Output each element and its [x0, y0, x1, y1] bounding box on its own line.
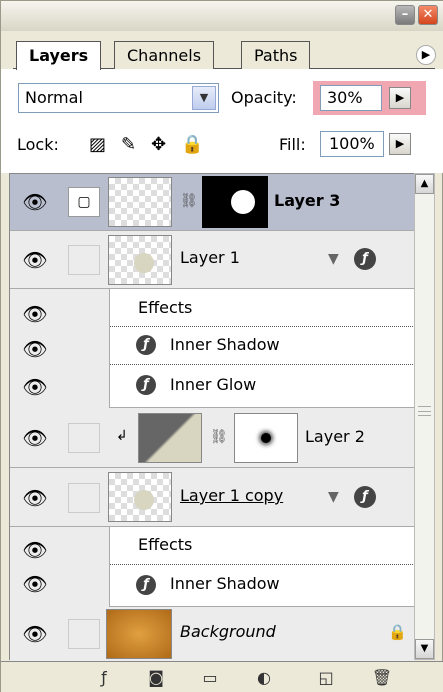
mask-indicator-icon [68, 423, 100, 453]
eye-icon[interactable]: 👁 [18, 423, 52, 453]
lock-all-icon[interactable]: 🔒 [181, 134, 203, 155]
layer-row-layer-2[interactable]: 👁 ↲ ⛓ Layer 2 [10, 408, 415, 468]
tab-channels[interactable]: Channels [114, 41, 215, 69]
triangle-down-icon[interactable]: ▼ [328, 489, 339, 505]
panel-menu-button[interactable]: ▶ [416, 45, 436, 65]
layer-thumbnail [108, 177, 172, 227]
scroll-up-button[interactable]: ▲ [415, 174, 434, 194]
opacity-input[interactable]: 30% [320, 85, 382, 111]
layer-mask-thumbnail[interactable] [202, 176, 268, 228]
eye-icon[interactable]: 👁 [18, 483, 52, 513]
layer-row-layer-1-copy[interactable]: 👁 Layer 1 copy ▼ ƒ [10, 468, 415, 527]
minimize-button[interactable]: – [395, 5, 415, 25]
lock-position-move-icon[interactable]: ✥ [151, 134, 166, 155]
eye-icon[interactable]: 👁 [18, 372, 52, 402]
layer-row-background[interactable]: 👁 Background 🔒 [10, 607, 415, 661]
fx-icon: ƒ [136, 375, 156, 395]
lock-transparency-icon[interactable]: ▨ [89, 134, 106, 155]
add-layer-mask-icon[interactable]: ◙ [145, 667, 167, 689]
mask-indicator-icon: ▢ [68, 187, 100, 217]
lock-image-brush-icon[interactable]: ✎ [121, 134, 136, 155]
layer-thumbnail [106, 609, 172, 659]
effect-label: Inner Glow [170, 375, 257, 394]
eye-icon[interactable]: 👁 [18, 299, 52, 329]
fill-slider-button[interactable]: ▶ [389, 133, 411, 155]
blend-mode-select[interactable]: Normal ▼ [18, 83, 219, 113]
scroll-grip [418, 406, 431, 416]
layer-actions-bar: ƒ ◙ ▭ ◐ ◱ 🗑 [1, 661, 443, 692]
add-layer-style-fx-icon[interactable]: ƒ [93, 667, 115, 689]
chevron-down-icon[interactable]: ▼ [192, 86, 216, 110]
eye-icon[interactable]: 👁 [18, 187, 52, 217]
layer-name[interactable]: Layer 1 copy [180, 486, 283, 505]
effect-label: Inner Shadow [170, 574, 280, 593]
layers-list: 👁 ▢ ⛓ Layer 3 👁 Layer 1 ▼ ƒ 👁 👁 👁 Effect… [9, 173, 415, 661]
layer-name[interactable]: Layer 1 [180, 248, 240, 267]
eye-icon[interactable]: 👁 [18, 619, 52, 649]
fx-icon[interactable]: ƒ [354, 248, 376, 270]
mask-indicator-icon [68, 619, 100, 649]
eye-icon[interactable]: 👁 [18, 334, 52, 364]
effects-left-column: 👁 👁 [10, 527, 110, 607]
mask-indicator-icon [68, 483, 100, 513]
opacity-slider-button[interactable]: ▶ [389, 87, 411, 109]
fx-icon: ƒ [136, 575, 156, 595]
mask-indicator-icon [68, 245, 100, 275]
effect-row[interactable]: ƒ Inner Shadow [110, 565, 415, 607]
tab-paths[interactable]: Paths [241, 41, 311, 69]
effect-row[interactable]: ƒ Inner Glow [110, 365, 415, 408]
eye-icon[interactable]: 👁 [18, 569, 52, 599]
layers-panel-window: – ✕ Layers Channels Paths ▶ Normal ▼ Opa… [0, 0, 443, 692]
scrollbar[interactable]: ▲ ▼ [414, 173, 435, 660]
effects-header-row[interactable]: Effects [110, 527, 415, 565]
triangle-down-icon[interactable]: ▼ [328, 251, 339, 267]
effects-left-column: 👁 👁 👁 [10, 289, 110, 408]
fill-input[interactable]: 100% [320, 131, 384, 157]
lock-label: Lock: [17, 135, 59, 154]
layer-thumbnail [108, 235, 172, 285]
clipping-arrow-icon: ↲ [116, 428, 128, 444]
fx-icon: ƒ [136, 335, 156, 355]
lock-icon: 🔒 [388, 623, 407, 641]
layer-thumbnail [138, 413, 202, 463]
chain-link-icon[interactable]: ⛓ [180, 193, 198, 209]
new-group-folder-icon[interactable]: ▭ [199, 667, 221, 689]
new-layer-icon[interactable]: ◱ [315, 667, 337, 689]
close-button[interactable]: ✕ [418, 5, 438, 25]
layer-name[interactable]: Background [180, 622, 276, 641]
fill-label: Fill: [279, 135, 306, 154]
layer-thumbnail [108, 472, 172, 522]
effects-header-row[interactable]: Effects [110, 289, 415, 327]
trash-icon[interactable]: 🗑 [371, 667, 393, 689]
layer-row-layer-3[interactable]: 👁 ▢ ⛓ Layer 3 [10, 174, 415, 231]
layer-name[interactable]: Layer 2 [305, 427, 365, 446]
new-adjustment-layer-icon[interactable]: ◐ [253, 667, 275, 689]
tab-bar: Layers Channels Paths ▶ [1, 31, 443, 70]
fx-icon[interactable]: ƒ [354, 486, 376, 508]
tab-layers[interactable]: Layers [16, 41, 102, 70]
opacity-label: Opacity: [231, 88, 297, 107]
layer-mask-thumbnail[interactable] [234, 413, 298, 463]
effects-label: Effects [138, 298, 193, 317]
effects-label: Effects [138, 535, 193, 554]
layer-name[interactable]: Layer 3 [274, 191, 340, 210]
scroll-down-button[interactable]: ▼ [415, 639, 434, 659]
layer-row-layer-1[interactable]: 👁 Layer 1 ▼ ƒ [10, 231, 415, 289]
eye-icon[interactable]: 👁 [18, 245, 52, 275]
title-bar: – ✕ [1, 1, 443, 31]
blend-mode-value: Normal [25, 88, 83, 107]
chain-link-icon[interactable]: ⛓ [210, 429, 228, 445]
effect-label: Inner Shadow [170, 335, 280, 354]
effect-row[interactable]: ƒ Inner Shadow [110, 327, 415, 365]
eye-icon[interactable]: 👁 [18, 535, 52, 565]
